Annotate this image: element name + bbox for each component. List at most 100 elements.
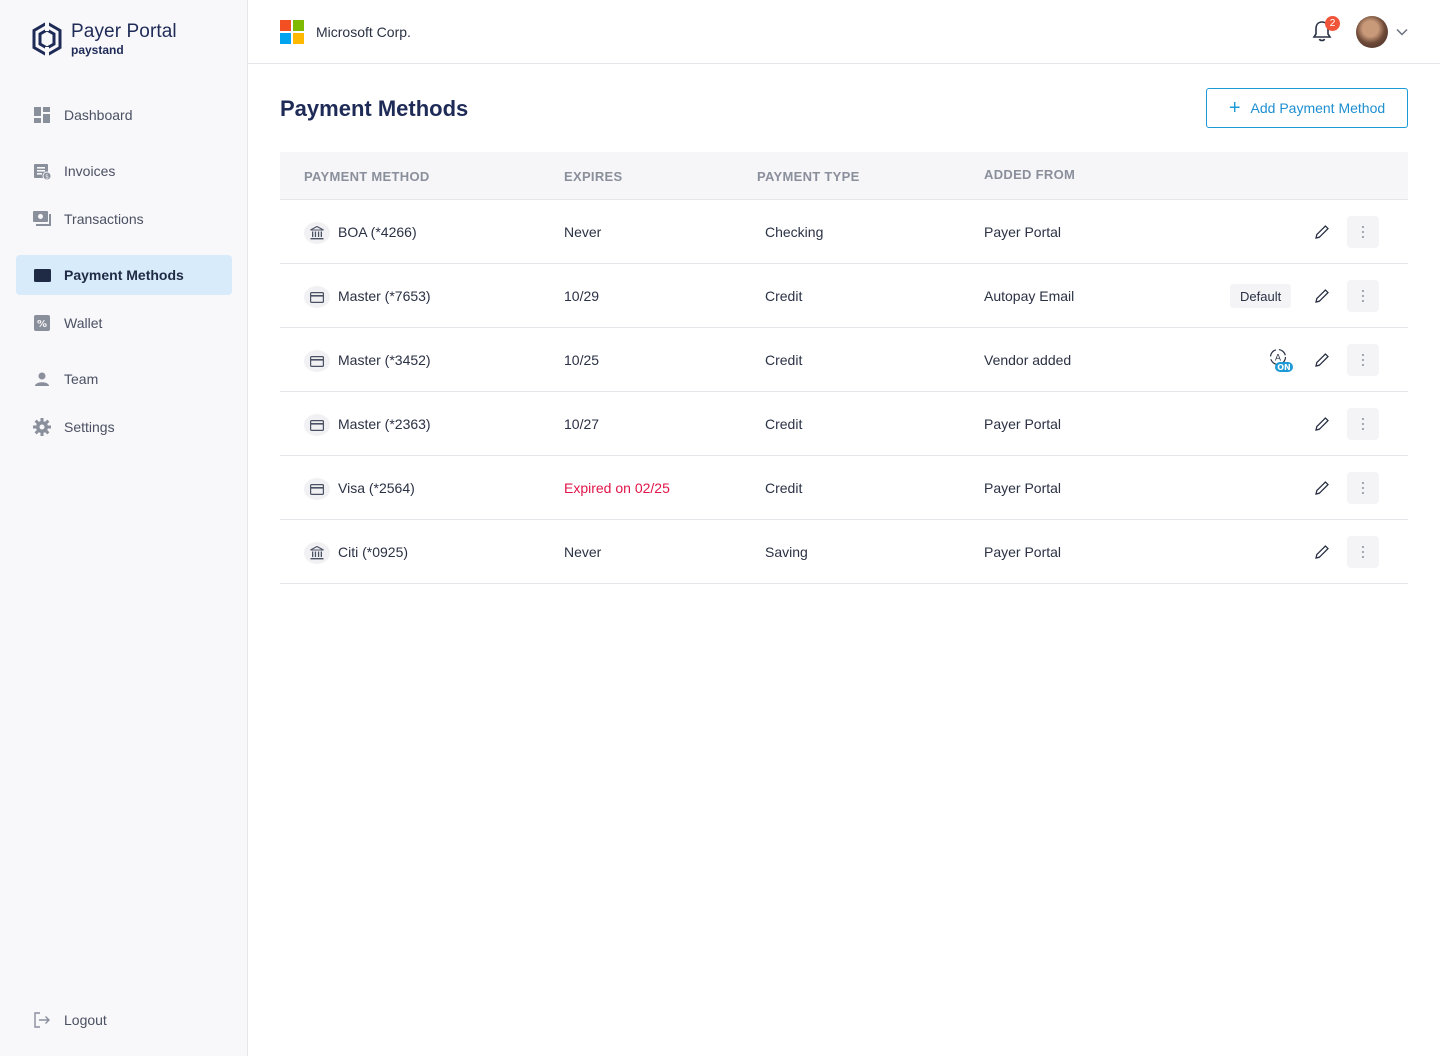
table-row[interactable]: Citi (*0925) Never Saving Payer Portal bbox=[280, 520, 1408, 584]
microsoft-logo-icon bbox=[280, 20, 304, 44]
more-options-button[interactable] bbox=[1347, 216, 1379, 248]
logout-button[interactable]: Logout bbox=[16, 1000, 232, 1040]
payment-method-name: Visa (*2564) bbox=[338, 480, 415, 496]
payment-type-value: Checking bbox=[765, 224, 824, 240]
payment-type-value: Saving bbox=[765, 544, 808, 560]
bank-icon bbox=[304, 542, 330, 564]
transactions-icon bbox=[33, 210, 51, 228]
more-vertical-icon bbox=[1361, 353, 1365, 367]
svg-text:ON: ON bbox=[1277, 363, 1291, 372]
added-from-value: Payer Portal bbox=[984, 544, 1062, 560]
sidebar: Payer Portal paystand Dashboard $ Invoic… bbox=[0, 0, 248, 1056]
sidebar-item-label: Payment Methods bbox=[64, 267, 184, 283]
pencil-icon bbox=[1314, 544, 1330, 560]
table-row[interactable]: BOA (*4266) Never Checking Payer Portal bbox=[280, 200, 1408, 264]
company-switcher[interactable]: Microsoft Corp. bbox=[280, 20, 411, 44]
added-from-value: Payer Portal bbox=[984, 224, 1062, 240]
brand[interactable]: Payer Portal paystand bbox=[32, 22, 177, 56]
chevron-down-icon[interactable] bbox=[1396, 26, 1408, 38]
credit-card-icon bbox=[33, 266, 51, 284]
table-row[interactable]: Master (*3452) 10/25 Credit Vendor added A ON bbox=[280, 328, 1408, 392]
top-bar: Microsoft Corp. 2 bbox=[248, 0, 1440, 64]
table-row[interactable]: Master (*2363) 10/27 Credit Payer Portal bbox=[280, 392, 1408, 456]
sidebar-item-label: Team bbox=[64, 371, 99, 387]
add-payment-method-button[interactable]: + Add Payment Method bbox=[1206, 88, 1408, 128]
pencil-icon bbox=[1314, 352, 1330, 368]
notifications-button[interactable]: 2 bbox=[1312, 16, 1340, 44]
payment-method-name: Master (*2363) bbox=[338, 416, 431, 432]
more-options-button[interactable] bbox=[1347, 280, 1379, 312]
column-header-expires[interactable]: EXPIRES bbox=[564, 169, 622, 184]
more-options-button[interactable] bbox=[1347, 408, 1379, 440]
expires-value: Never bbox=[564, 224, 602, 240]
more-vertical-icon bbox=[1361, 417, 1365, 431]
credit-card-icon bbox=[304, 350, 330, 372]
payment-type-value: Credit bbox=[765, 352, 803, 368]
edit-button[interactable] bbox=[1310, 540, 1334, 564]
paystand-logo-icon bbox=[32, 22, 62, 56]
credit-card-icon bbox=[304, 414, 330, 436]
added-from-value: Autopay Email bbox=[984, 288, 1075, 304]
page-title: Payment Methods bbox=[280, 96, 469, 121]
edit-button[interactable] bbox=[1310, 476, 1334, 500]
default-badge: Default bbox=[1230, 284, 1292, 308]
pencil-icon bbox=[1314, 288, 1330, 304]
sidebar-item-invoices[interactable]: $ Invoices bbox=[16, 151, 232, 191]
table-row[interactable]: Visa (*2564) Expired on 02/25 Credit Payer … bbox=[280, 456, 1408, 520]
sidebar-item-dashboard[interactable]: Dashboard bbox=[16, 95, 232, 135]
sidebar-item-wallet[interactable]: % Wallet bbox=[16, 303, 232, 343]
wallet-icon: % bbox=[33, 314, 51, 332]
column-header-payment-type[interactable]: PAYMENT TYPE bbox=[757, 169, 860, 184]
dashboard-icon bbox=[33, 106, 51, 124]
more-options-button[interactable] bbox=[1347, 472, 1379, 504]
credit-card-icon bbox=[304, 286, 330, 308]
sidebar-item-label: Settings bbox=[64, 419, 115, 435]
sidebar-item-settings[interactable]: Settings bbox=[16, 407, 232, 447]
sidebar-item-label: Invoices bbox=[64, 163, 116, 179]
pencil-icon bbox=[1314, 224, 1330, 240]
sidebar-item-team[interactable]: Team bbox=[16, 359, 232, 399]
payment-type-value: Credit bbox=[765, 288, 803, 304]
add-payment-method-label: Add Payment Method bbox=[1250, 100, 1386, 116]
brand-title: Payer Portal bbox=[71, 21, 177, 42]
payment-method-name: Master (*3452) bbox=[338, 352, 431, 368]
edit-button[interactable] bbox=[1310, 220, 1334, 244]
payment-methods-table: PAYMENT METHOD EXPIRES PAYMENT TYPE ADDE… bbox=[280, 152, 1408, 584]
sidebar-item-transactions[interactable]: Transactions bbox=[16, 199, 232, 239]
sidebar-item-payment-methods[interactable]: Payment Methods bbox=[16, 255, 232, 295]
edit-button[interactable] bbox=[1310, 284, 1334, 308]
column-header-payment-method[interactable]: PAYMENT METHOD bbox=[304, 169, 430, 184]
bank-icon bbox=[304, 222, 330, 244]
added-from-value: Payer Portal bbox=[984, 480, 1062, 496]
edit-button[interactable] bbox=[1310, 412, 1334, 436]
table-row[interactable]: Master (*7653) 10/29 Credit Autopay Email De… bbox=[280, 264, 1408, 328]
brand-subtitle: paystand bbox=[71, 43, 124, 57]
more-vertical-icon bbox=[1361, 289, 1365, 303]
more-options-button[interactable] bbox=[1347, 536, 1379, 568]
more-vertical-icon bbox=[1361, 225, 1365, 239]
autopay-on-icon: A ON bbox=[1266, 347, 1294, 373]
added-from-value: Vendor added bbox=[984, 352, 1072, 368]
edit-button[interactable] bbox=[1310, 348, 1334, 372]
plus-icon: + bbox=[1228, 97, 1241, 119]
more-vertical-icon bbox=[1361, 481, 1365, 495]
avatar[interactable] bbox=[1356, 16, 1388, 48]
expires-value: Never bbox=[564, 544, 602, 560]
expires-value: 10/27 bbox=[564, 416, 600, 432]
more-vertical-icon bbox=[1361, 545, 1365, 559]
payment-type-value: Credit bbox=[765, 416, 803, 432]
svg-text:$: $ bbox=[45, 173, 49, 180]
more-options-button[interactable] bbox=[1347, 344, 1379, 376]
invoice-icon: $ bbox=[33, 162, 51, 180]
column-header-added-from[interactable]: ADDED FROM bbox=[984, 167, 1075, 182]
payment-method-name: BOA (*4266) bbox=[338, 224, 417, 240]
expires-value: Expired on 02/25 bbox=[564, 480, 670, 496]
logout-icon bbox=[33, 1011, 51, 1029]
added-from-value: Payer Portal bbox=[984, 416, 1062, 432]
company-name: Microsoft Corp. bbox=[316, 24, 411, 40]
svg-text:%: % bbox=[37, 319, 47, 330]
payment-method-name: Citi (*0925) bbox=[338, 544, 409, 560]
expires-value: 10/29 bbox=[564, 288, 600, 304]
sidebar-item-label: Transactions bbox=[64, 211, 144, 227]
person-icon bbox=[33, 370, 51, 388]
